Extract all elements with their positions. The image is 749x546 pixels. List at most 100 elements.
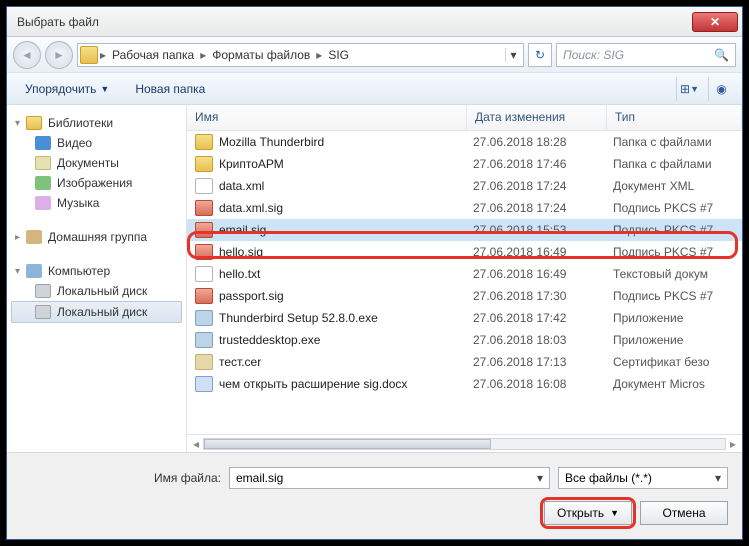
file-row[interactable]: data.xml27.06.2018 17:24Документ XML (187, 175, 742, 197)
file-date: 27.06.2018 18:28 (473, 135, 613, 149)
file-date: 27.06.2018 18:03 (473, 333, 613, 347)
documents-icon (35, 156, 51, 170)
back-button[interactable]: ◄ (13, 41, 41, 69)
organize-button[interactable]: Упорядочить ▼ (15, 78, 119, 100)
sidebar-item-images[interactable]: Изображения (11, 173, 182, 193)
sidebar-item-music[interactable]: Музыка (11, 193, 182, 213)
file-row[interactable]: чем открыть расширение sig.docx27.06.201… (187, 373, 742, 395)
exe-icon (195, 332, 213, 348)
titlebar: Выбрать файл ✕ (7, 7, 742, 37)
file-type: Подпись PKCS #7 (613, 289, 742, 303)
file-type: Папка с файлами (613, 157, 742, 171)
toolbar: Упорядочить ▼ Новая папка ⊞ ▼ ◉ (7, 73, 742, 105)
file-type: Папка с файлами (613, 135, 742, 149)
file-row[interactable]: тест.cer27.06.2018 17:13Сертификат безо (187, 351, 742, 373)
file-date: 27.06.2018 17:42 (473, 311, 613, 325)
navigation-bar: ◄ ► ▸ Рабочая папка ▸ Форматы файлов ▸ S… (7, 37, 742, 73)
file-name: чем открыть расширение sig.docx (219, 377, 473, 391)
sidebar-item-disk-1[interactable]: Локальный диск (11, 281, 182, 301)
file-row[interactable]: data.xml.sig27.06.2018 17:24Подпись PKCS… (187, 197, 742, 219)
file-name: email.sig (219, 223, 473, 237)
file-name: data.xml (219, 179, 473, 193)
sig-icon (195, 222, 213, 238)
file-name: Mozilla Thunderbird (219, 135, 473, 149)
file-name: Thunderbird Setup 52.8.0.exe (219, 311, 473, 325)
column-type[interactable]: Тип (607, 105, 742, 130)
file-date: 27.06.2018 17:24 (473, 179, 613, 193)
computer-icon (26, 264, 42, 278)
images-icon (35, 176, 51, 190)
file-row[interactable]: hello.txt27.06.2018 16:49Текстовый докум (187, 263, 742, 285)
sig-icon (195, 244, 213, 260)
column-headers: Имя Дата изменения Тип (187, 105, 742, 131)
homegroup-icon (26, 230, 42, 244)
help-button[interactable]: ◉ (708, 77, 734, 101)
breadcrumb-1[interactable]: Рабочая папка (108, 46, 198, 64)
sidebar-computer[interactable]: ▾ Компьютер (11, 261, 182, 281)
chevron-down-icon: ▾ (715, 471, 721, 485)
close-icon: ✕ (710, 15, 720, 29)
xml-icon (195, 178, 213, 194)
file-row[interactable]: trusteddesktop.exe27.06.2018 18:03Прилож… (187, 329, 742, 351)
file-type-filter[interactable]: Все файлы (*.*) ▾ (558, 467, 728, 489)
file-name: passport.sig (219, 289, 473, 303)
docx-icon (195, 376, 213, 392)
file-date: 27.06.2018 17:46 (473, 157, 613, 171)
chevron-down-icon: ▾ (537, 471, 543, 485)
address-bar[interactable]: ▸ Рабочая папка ▸ Форматы файлов ▸ SIG ▾ (77, 43, 524, 67)
sidebar-item-video[interactable]: Видео (11, 133, 182, 153)
disk-icon (35, 284, 51, 298)
exe-icon (195, 310, 213, 326)
search-input[interactable]: Поиск: SIG 🔍 (556, 43, 736, 67)
sidebar-libraries[interactable]: ▾ Библиотеки (11, 113, 182, 133)
file-date: 27.06.2018 16:49 (473, 245, 613, 259)
file-row[interactable]: Thunderbird Setup 52.8.0.exe27.06.2018 1… (187, 307, 742, 329)
file-date: 27.06.2018 17:30 (473, 289, 613, 303)
sidebar-item-disk-2[interactable]: Локальный диск (11, 301, 182, 323)
folder-icon (195, 134, 213, 150)
file-row[interactable]: email.sig27.06.2018 15:53Подпись PKCS #7 (187, 219, 742, 241)
file-name: hello.sig (219, 245, 473, 259)
file-date: 27.06.2018 15:53 (473, 223, 613, 237)
forward-button[interactable]: ► (45, 41, 73, 69)
file-row[interactable]: Mozilla Thunderbird27.06.2018 18:28Папка… (187, 131, 742, 153)
cancel-button[interactable]: Отмена (640, 501, 728, 525)
file-row[interactable]: passport.sig27.06.2018 17:30Подпись PKCS… (187, 285, 742, 307)
file-date: 27.06.2018 17:13 (473, 355, 613, 369)
refresh-button[interactable]: ↻ (528, 43, 552, 67)
file-type: Приложение (613, 311, 742, 325)
file-type: Приложение (613, 333, 742, 347)
horizontal-scrollbar[interactable]: ◂ ▸ (187, 434, 742, 452)
breadcrumb-3[interactable]: SIG (324, 46, 353, 64)
new-folder-button[interactable]: Новая папка (125, 78, 215, 100)
column-date[interactable]: Дата изменения (467, 105, 607, 130)
open-button[interactable]: Открыть ▼ (544, 501, 632, 525)
file-row[interactable]: hello.sig27.06.2018 16:49Подпись PKCS #7 (187, 241, 742, 263)
file-name: data.xml.sig (219, 201, 473, 215)
music-icon (35, 196, 51, 210)
disk-icon (35, 305, 51, 319)
file-date: 27.06.2018 16:08 (473, 377, 613, 391)
sig-icon (195, 288, 213, 304)
sidebar-item-documents[interactable]: Документы (11, 153, 182, 173)
sidebar-homegroup[interactable]: ▸ Домашняя группа (11, 227, 182, 247)
file-type: Подпись PKCS #7 (613, 245, 742, 259)
file-type: Документ Micros (613, 377, 742, 391)
collapse-icon: ▾ (15, 118, 20, 129)
folder-icon (80, 46, 98, 64)
search-icon: 🔍 (714, 48, 729, 62)
filename-label: Имя файла: (21, 471, 221, 485)
breadcrumb-2[interactable]: Форматы файлов (208, 46, 314, 64)
collapse-icon: ▾ (15, 266, 20, 277)
collapse-icon: ▸ (15, 232, 20, 243)
chevron-down-icon: ▼ (610, 508, 619, 518)
filename-input[interactable]: email.sig ▾ (229, 467, 550, 489)
close-button[interactable]: ✕ (692, 12, 738, 32)
file-row[interactable]: КриптоАРМ27.06.2018 17:46Папка с файлами (187, 153, 742, 175)
dialog-title: Выбрать файл (17, 15, 692, 29)
address-dropdown[interactable]: ▾ (505, 48, 521, 62)
column-name[interactable]: Имя (187, 105, 467, 130)
file-list: Mozilla Thunderbird27.06.2018 18:28Папка… (187, 131, 742, 434)
file-type: Подпись PKCS #7 (613, 223, 742, 237)
view-options-button[interactable]: ⊞ ▼ (676, 77, 702, 101)
